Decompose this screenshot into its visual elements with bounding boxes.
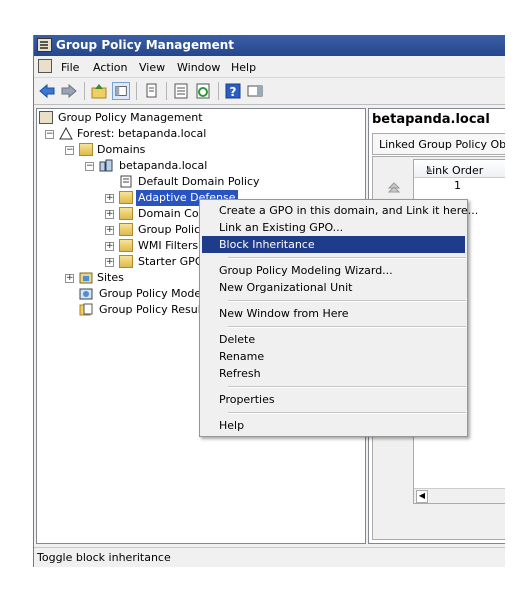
expand-icon[interactable]: +	[65, 274, 74, 283]
sites-icon	[79, 272, 93, 284]
domain-icon	[99, 159, 113, 172]
forward-arrow-icon[interactable]	[60, 82, 78, 100]
window-title: Group Policy Management	[56, 38, 235, 52]
menu-bar: File Action View Window Help	[34, 57, 505, 78]
menu-separator	[228, 412, 466, 414]
menu-separator	[228, 386, 466, 388]
tree-item-label: Forest: betapanda.local	[77, 127, 207, 140]
toolbar: ?	[34, 78, 505, 105]
sort-ascending-icon: ▲	[426, 164, 433, 173]
collapse-icon[interactable]: −	[85, 162, 94, 171]
title-bar[interactable]: Group Policy Management	[34, 35, 505, 56]
menu-item-refresh[interactable]: Refresh	[202, 365, 465, 382]
tree-item-label: Domains	[97, 143, 146, 156]
menu-separator	[228, 257, 466, 259]
system-menu-icon[interactable]	[38, 59, 52, 73]
expand-icon[interactable]: +	[105, 226, 114, 235]
expand-icon[interactable]: +	[105, 258, 114, 267]
up-folder-icon[interactable]	[90, 82, 108, 100]
expand-icon[interactable]: +	[105, 242, 114, 251]
tree-root-label: Group Policy Management	[58, 111, 203, 124]
forest-icon	[59, 127, 73, 140]
menu-help[interactable]: Help	[231, 61, 256, 74]
menu-item-gp-modeling-wizard[interactable]: Group Policy Modeling Wizard...	[202, 262, 465, 279]
results-icon	[79, 303, 93, 316]
ou-folder-icon	[119, 191, 133, 204]
properties-icon[interactable]	[172, 82, 190, 100]
expand-icon[interactable]: +	[105, 194, 114, 203]
tree-item-label: Group Policy Results	[99, 303, 211, 316]
move-up-icon[interactable]	[387, 181, 401, 195]
menu-separator	[228, 326, 466, 328]
gpo-folder-icon	[119, 223, 133, 236]
tree-item-label: betapanda.local	[119, 159, 208, 172]
gpmc-icon	[39, 111, 53, 124]
menu-item-create-gpo[interactable]: Create a GPO in this domain, and Link it…	[202, 202, 478, 219]
menu-action[interactable]: Action	[93, 61, 127, 74]
scroll-left-arrow-icon[interactable]: ◀	[416, 490, 428, 503]
column-header-link-order[interactable]: Link Order ▲	[414, 160, 505, 178]
menu-window[interactable]: Window	[177, 61, 220, 74]
menu-item-new-window[interactable]: New Window from Here	[202, 305, 465, 322]
context-menu: Create a GPO in this domain, and Link it…	[199, 199, 478, 437]
svg-text:?: ?	[230, 85, 237, 99]
expand-icon[interactable]: +	[105, 210, 114, 219]
collapse-icon[interactable]: −	[65, 146, 74, 155]
ou-folder-icon	[119, 207, 133, 220]
domains-icon	[79, 143, 93, 156]
tree-item-label: Default Domain Policy	[138, 175, 260, 188]
menu-item-block-inheritance[interactable]: Block Inheritance	[202, 236, 465, 253]
tree-item-label: WMI Filters	[138, 239, 199, 252]
help-icon[interactable]: ?	[224, 82, 242, 100]
refresh-icon[interactable]	[194, 82, 212, 100]
menu-item-new-ou[interactable]: New Organizational Unit	[202, 279, 465, 296]
menu-item-link-existing-gpo[interactable]: Link an Existing GPO...	[202, 219, 465, 236]
show-hide-tree-icon[interactable]	[112, 82, 130, 100]
show-action-pane-icon[interactable]	[246, 82, 264, 100]
back-arrow-icon[interactable]	[38, 82, 56, 100]
menu-separator	[228, 300, 466, 302]
menu-view[interactable]: View	[139, 61, 165, 74]
gpo-link-icon	[120, 175, 132, 188]
copy-icon[interactable]	[142, 82, 160, 100]
tab-label: Linked Group Policy Object	[379, 138, 505, 151]
menu-item-help[interactable]: Help	[202, 417, 465, 434]
modeling-icon	[79, 288, 93, 300]
tree-item-label: Group Policy	[138, 223, 207, 236]
status-bar: Toggle block inheritance	[34, 547, 505, 567]
tree-item-label: Sites	[97, 271, 124, 284]
app-icon	[37, 38, 52, 52]
details-title: betapanda.local	[372, 112, 490, 127]
menu-item-rename[interactable]: Rename	[202, 348, 465, 365]
status-text: Toggle block inheritance	[37, 551, 171, 564]
starter-folder-icon	[119, 255, 133, 268]
collapse-icon[interactable]: −	[45, 130, 54, 139]
horizontal-scrollbar[interactable]: ◀	[414, 488, 505, 503]
wmi-folder-icon	[119, 239, 133, 252]
link-order-cell[interactable]: 1	[454, 179, 461, 192]
menu-item-delete[interactable]: Delete	[202, 331, 465, 348]
tab-linked-gpos[interactable]: Linked Group Policy Object	[372, 133, 505, 155]
menu-item-properties[interactable]: Properties	[202, 391, 465, 408]
menu-file[interactable]: File	[61, 61, 79, 74]
